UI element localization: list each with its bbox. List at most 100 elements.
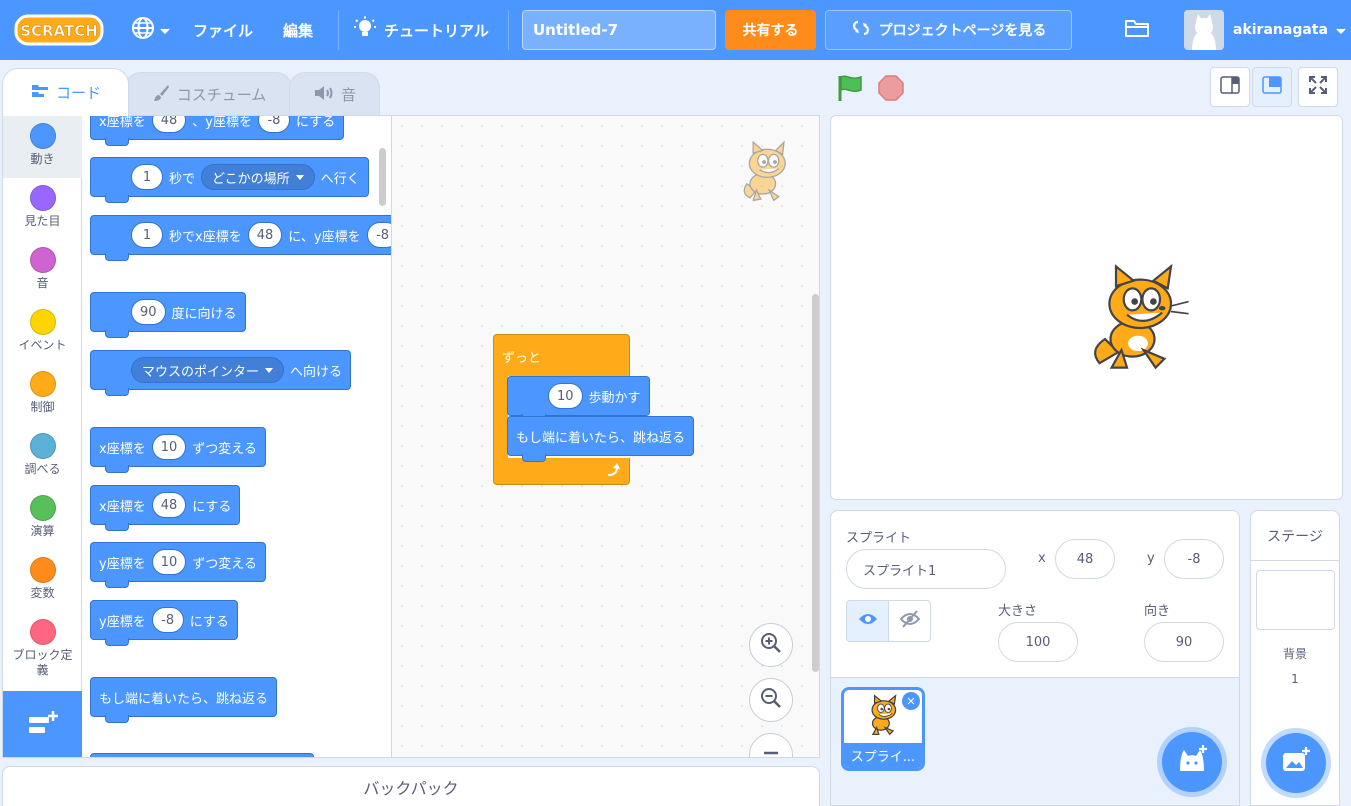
sprite-thumbnail-name: スプライ... <box>844 743 922 768</box>
glide-target-dropdown[interactable]: どこかの場所 <box>201 164 315 190</box>
tab-code[interactable]: コード <box>2 68 129 116</box>
block-text: x座標を <box>99 116 146 130</box>
zoom-out-button[interactable] <box>749 678 793 722</box>
add-sprite-icon <box>1176 745 1208 779</box>
block-partial[interactable] <box>90 753 314 757</box>
seconds-input[interactable]: 1 <box>131 164 163 190</box>
palette-scrollbar[interactable] <box>379 148 386 206</box>
user-avatar[interactable] <box>1184 10 1224 50</box>
lightbulb-icon <box>354 16 376 44</box>
tab-sounds[interactable]: 音 <box>289 72 380 116</box>
share-button[interactable]: 共有する <box>725 10 816 50</box>
block-glide-to[interactable]: 1 秒で どこかの場所 へ行く <box>90 157 369 203</box>
category-dot <box>29 433 56 459</box>
category-my-blocks[interactable]: ブロック定義 <box>3 612 82 691</box>
language-menu[interactable] <box>130 0 170 60</box>
choose-sprite-button[interactable] <box>1162 732 1222 792</box>
show-sprite-button[interactable] <box>846 600 889 642</box>
choose-backdrop-button[interactable] <box>1266 733 1326 793</box>
direction-input[interactable] <box>1144 622 1224 662</box>
x-position-input[interactable] <box>1055 539 1115 579</box>
block-go-to-xy[interactable]: x座標を 48 、y座標を -8 にする <box>90 116 345 146</box>
chevron-down-icon <box>295 174 304 180</box>
sprite-name-input[interactable] <box>846 549 1006 589</box>
zoom-reset-button[interactable] <box>749 733 793 757</box>
value-input[interactable]: 10 <box>151 434 187 460</box>
block-glide-to-xy[interactable]: 1 秒でx座標を 48 に、y座標を -8 <box>90 215 391 261</box>
category-events[interactable]: イベント <box>3 302 82 364</box>
category-motion[interactable]: 動き <box>3 116 82 178</box>
hide-sprite-button[interactable] <box>888 600 931 642</box>
move-steps-block[interactable]: 10 歩動かす <box>507 376 650 422</box>
tutorials-menu[interactable]: チュートリアル <box>354 0 489 60</box>
workspace-scrollbar[interactable] <box>812 294 819 672</box>
value-input[interactable]: 48 <box>151 492 187 518</box>
category-label: 音 <box>36 276 49 290</box>
zoom-in-button[interactable] <box>749 623 793 667</box>
file-menu[interactable]: ファイル <box>193 0 253 60</box>
small-stage-button[interactable] <box>1210 67 1250 107</box>
block-text: ずつ変える <box>192 556 257 572</box>
tab-costumes[interactable]: コスチューム <box>125 72 292 116</box>
block-change-y[interactable]: y座標を 10 ずつ変える <box>90 542 266 588</box>
chevron-down-icon <box>160 21 170 39</box>
stage-thumbnail[interactable] <box>1256 570 1335 630</box>
block-set-x[interactable]: x座標を 48 にする <box>90 485 241 531</box>
category-variables[interactable]: 変数 <box>3 550 82 612</box>
value-input[interactable]: 10 <box>151 549 187 575</box>
edit-menu[interactable]: 編集 <box>283 0 313 60</box>
code-icon <box>30 83 50 103</box>
fullscreen-button[interactable] <box>1298 67 1338 107</box>
direction-label: 向き <box>1144 604 1171 619</box>
bounce-block[interactable]: もし端に着いたら、跳ね返る <box>507 416 695 462</box>
category-operators[interactable]: 演算 <box>3 488 82 550</box>
category-menu: 動き 見た目 音 イベント 制御 調べる 演算 変数 ブロック定義 <box>3 116 82 691</box>
add-extension-icon <box>27 711 59 743</box>
block-point-towards[interactable]: マウスのポインター へ向ける <box>90 350 352 396</box>
account-menu[interactable]: akiranagata <box>1233 0 1346 60</box>
y-position-input[interactable] <box>1164 539 1224 579</box>
large-stage-button[interactable] <box>1252 67 1292 107</box>
add-extension-button[interactable] <box>3 691 82 757</box>
scratch-logo[interactable]: SCRATCH <box>14 13 104 47</box>
block-point-in-direction[interactable]: 90 度に向ける <box>90 292 246 338</box>
block-text: もし端に着いたら、跳ね返る <box>99 691 269 707</box>
stage-target-panel[interactable]: ステージ 背景 1 <box>1250 510 1340 806</box>
green-flag-icon <box>837 75 865 106</box>
sprite-thumbnail[interactable]: ✕ スプライ... <box>841 687 925 771</box>
block-bounce[interactable]: もし端に着いたら、跳ね返る <box>90 677 278 723</box>
steps-input[interactable]: 10 <box>548 383 583 409</box>
category-dot <box>29 371 56 397</box>
degrees-input[interactable]: 90 <box>131 299 166 325</box>
stage-header: ステージ <box>1251 511 1339 561</box>
category-sensing[interactable]: 調べる <box>3 426 82 488</box>
see-project-page-button[interactable]: プロジェクトページを見る <box>825 10 1072 50</box>
folder-icon <box>1124 17 1150 43</box>
backpack-header[interactable]: バックパック <box>2 766 820 806</box>
y-input[interactable]: -8 <box>257 116 290 133</box>
block-set-y[interactable]: y座標を -8 にする <box>90 600 238 646</box>
zoom-reset-icon <box>759 741 783 757</box>
block-change-x[interactable]: x座標を 10 ずつ変える <box>90 427 266 473</box>
category-control[interactable]: 制御 <box>3 364 82 426</box>
block-text: へ向ける <box>290 364 343 380</box>
stage[interactable] <box>830 115 1343 500</box>
y-input[interactable]: -8 <box>366 222 391 248</box>
project-title-input[interactable] <box>522 10 716 50</box>
category-looks[interactable]: 見た目 <box>3 178 82 240</box>
green-flag-button[interactable] <box>837 74 865 106</box>
value-input[interactable]: -8 <box>151 607 184 633</box>
size-input[interactable] <box>998 622 1078 662</box>
block-text: へ行く <box>320 171 360 187</box>
point-target-dropdown[interactable]: マウスのポインター <box>131 357 285 383</box>
stop-button[interactable] <box>877 74 905 106</box>
category-sound[interactable]: 音 <box>3 240 82 302</box>
my-stuff-button[interactable] <box>1124 0 1150 60</box>
x-input[interactable]: 48 <box>247 222 283 248</box>
seconds-input[interactable]: 1 <box>131 222 163 248</box>
eye-slash-icon <box>899 610 920 632</box>
sprite-cat-icon <box>734 138 798 208</box>
x-input[interactable]: 48 <box>151 116 187 133</box>
delete-sprite-button[interactable]: ✕ <box>902 692 920 710</box>
script-workspace[interactable]: ずっと 10 歩動かす もし端に着いたら、跳ね返る <box>392 116 819 757</box>
